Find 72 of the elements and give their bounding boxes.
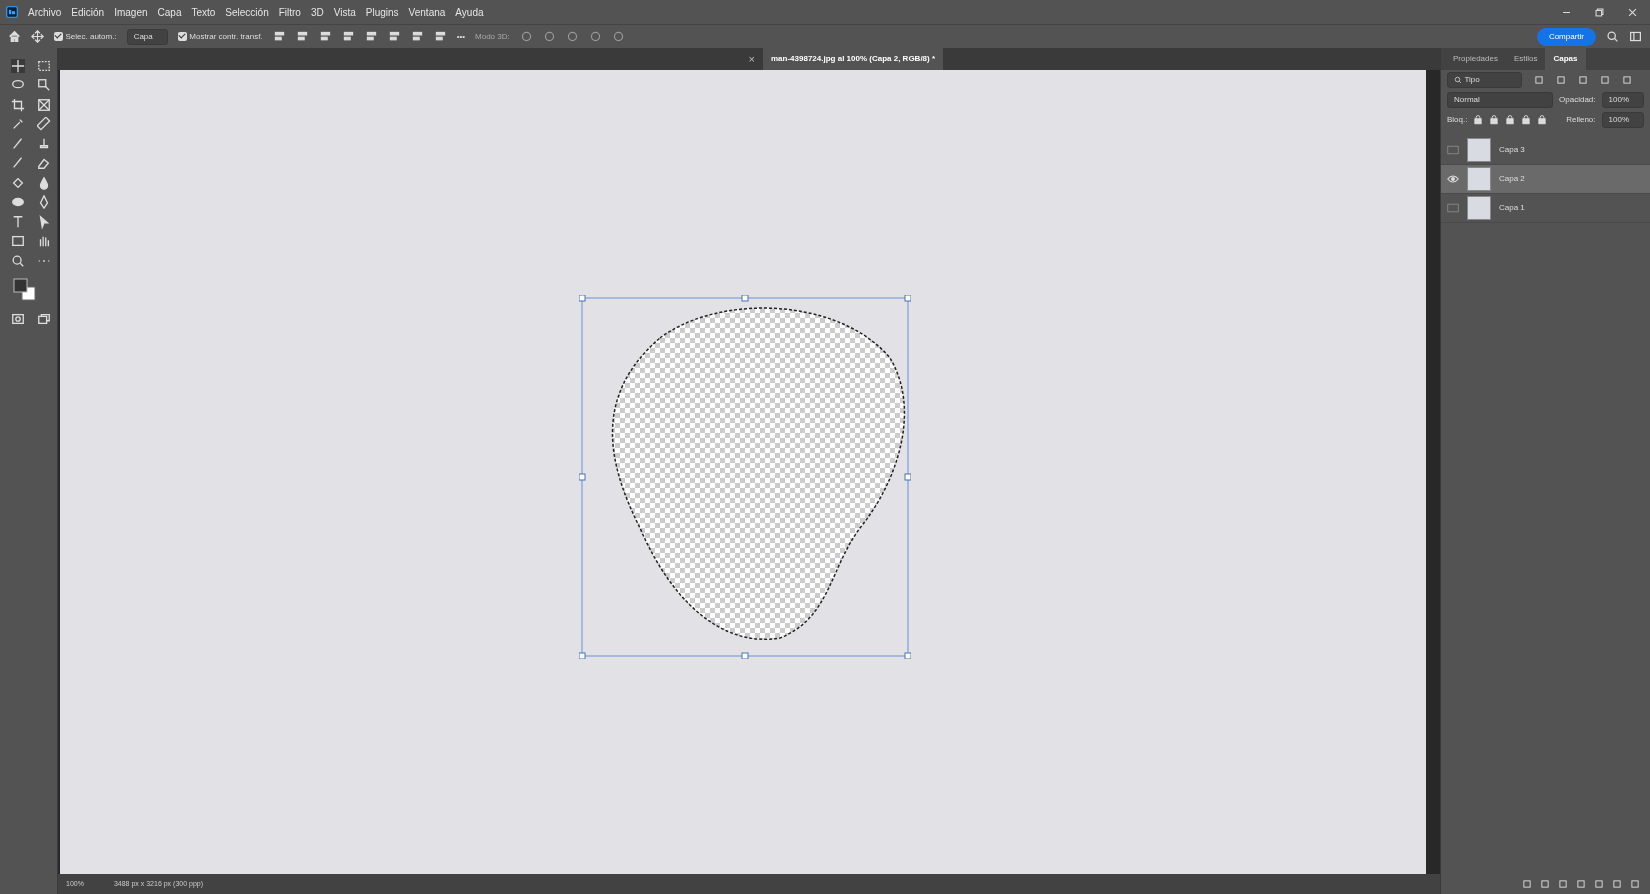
menu-item[interactable]: Vista [333, 4, 356, 20]
marquee-icon[interactable] [37, 58, 51, 73]
layer-row[interactable]: Capa 1 [1441, 194, 1650, 223]
menu-item[interactable]: Ayuda [455, 4, 484, 20]
menu-item[interactable]: Texto [191, 4, 216, 20]
color-swatches-icon[interactable] [12, 276, 36, 301]
target-dropdown[interactable]: Capa [126, 28, 168, 45]
checkbox[interactable] [54, 32, 63, 41]
menu-item[interactable]: 3D [310, 4, 324, 20]
document-tab[interactable]: × [58, 48, 763, 70]
panel-tab[interactable]: Propiedades [1445, 48, 1506, 70]
share-button[interactable]: Compartir [1536, 27, 1596, 46]
eye-icon[interactable] [1447, 174, 1459, 184]
app-logo-icon [6, 6, 18, 18]
close-tab-button[interactable]: × [748, 50, 755, 68]
align-left-icon[interactable] [272, 30, 286, 43]
restore-icon[interactable] [1594, 6, 1605, 18]
menu-item[interactable]: Capa [157, 4, 182, 20]
layer-thumbnail [1467, 196, 1491, 220]
lock-label: Bloq.: [1447, 114, 1468, 126]
frame-icon[interactable] [37, 97, 51, 112]
visibility-toggle-icon[interactable] [1447, 203, 1459, 213]
more-options-button[interactable]: ••• [456, 30, 466, 43]
search-icon[interactable] [1606, 30, 1619, 43]
menu-item[interactable]: Edición [71, 4, 105, 20]
blend-mode-dropdown[interactable]: Normal [1447, 92, 1554, 108]
crop-icon[interactable] [11, 97, 25, 112]
menu-item[interactable]: Plugins [365, 4, 399, 20]
zoom-icon[interactable] [11, 253, 25, 268]
drop-icon[interactable] [37, 175, 51, 190]
layer-thumbnail [1467, 138, 1491, 162]
home-icon[interactable] [8, 30, 21, 43]
document-tab[interactable]: man-4398724.jpg al 100% (Capa 2, RGB/8) * [763, 48, 944, 70]
checkbox-label: Selec. autom.: [65, 30, 117, 43]
lock-pixels-icon[interactable] [1473, 115, 1484, 125]
layer-name: Capa 2 [1499, 173, 1525, 185]
filter-dropdown[interactable]: Tipo [1447, 72, 1522, 88]
fill-field[interactable]: 100% [1601, 112, 1644, 128]
stamp-icon[interactable] [37, 136, 51, 151]
pen-icon[interactable] [37, 195, 51, 210]
rectangle-icon[interactable] [11, 234, 25, 249]
visibility-toggle-icon[interactable] [1447, 145, 1459, 155]
fill-label: Relleno: [1566, 114, 1596, 126]
panel-tab[interactable]: Estilos [1505, 48, 1546, 70]
workspace-icon[interactable] [1629, 30, 1642, 43]
panel-tab[interactable]: Capas [1545, 48, 1586, 70]
close-icon[interactable] [1627, 6, 1638, 18]
mode-3d-label: Modo 3D: [475, 30, 510, 43]
opacity-field[interactable]: 100% [1601, 92, 1644, 108]
screen-mode-icon[interactable] [37, 312, 51, 327]
lock-all-icon[interactable] [1537, 115, 1548, 125]
move-icon[interactable] [31, 30, 44, 43]
menu-item[interactable]: Imagen [114, 4, 148, 20]
menu-item[interactable]: Archivo [28, 4, 62, 20]
move-icon[interactable] [11, 58, 25, 73]
brush-icon[interactable] [11, 136, 25, 151]
search-icon [1454, 75, 1462, 84]
layer-thumbnail [1467, 167, 1491, 191]
layer-row[interactable]: Capa 2 [1441, 165, 1650, 194]
opacity-label: Opacidad: [1559, 94, 1596, 106]
layer-name: Capa 1 [1499, 202, 1525, 214]
quick-mask-icon[interactable] [11, 312, 25, 327]
menu-item[interactable]: Filtro [278, 4, 301, 20]
layer-name: Capa 3 [1499, 144, 1525, 156]
menu-item[interactable]: Selección [225, 4, 269, 20]
filter-label: Tipo [1464, 75, 1480, 84]
eraser-icon[interactable] [37, 156, 51, 171]
checkbox-label: Mostrar contr. transf. [189, 30, 263, 43]
checkbox[interactable] [177, 32, 187, 41]
menu-item[interactable]: Ventana [408, 4, 446, 20]
arrow-cursor-icon[interactable] [37, 214, 51, 229]
type-icon[interactable] [11, 214, 25, 229]
